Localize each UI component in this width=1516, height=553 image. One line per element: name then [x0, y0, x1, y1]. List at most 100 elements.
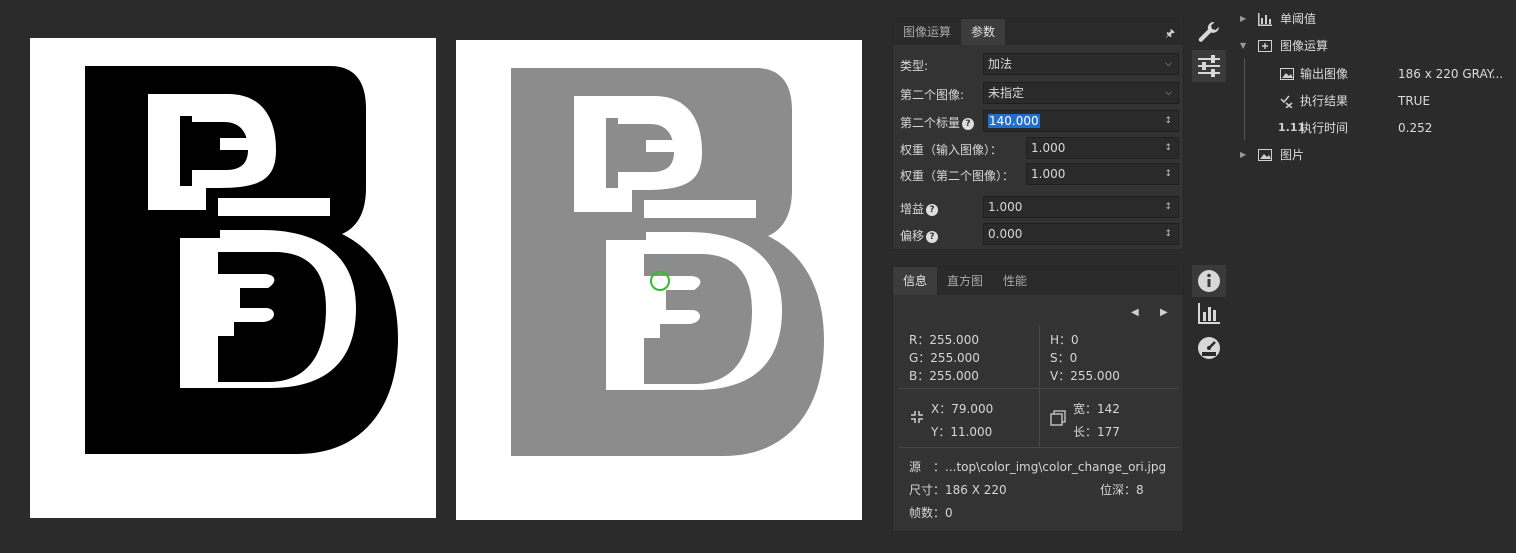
tree-node-value: 186 x 220 GRAY... [1398, 67, 1504, 81]
divider [899, 447, 1179, 448]
divider [1039, 325, 1040, 447]
tab-parameters[interactable]: 参数 [961, 19, 1006, 45]
offset-label: 偏移? [900, 227, 939, 244]
pin-icon[interactable]: 🖈 [1165, 25, 1175, 44]
spinner-icon[interactable]: ↕ [1164, 138, 1172, 158]
parameters-button[interactable] [1192, 50, 1226, 82]
pos-x: X：79.000 [931, 402, 994, 416]
tree-node-label: 输出图像 [1300, 67, 1349, 81]
input-image-view[interactable] [30, 38, 436, 518]
tree-node-value: TRUE [1398, 94, 1431, 108]
help-icon[interactable]: ? [926, 204, 939, 216]
chevron-down-icon: ⌵ [1165, 88, 1172, 98]
bit-depth: 位深：8 [1100, 483, 1144, 497]
gain-row: 增益? 1.000 ↕ [893, 196, 1185, 220]
hsv-s: S：0 [1050, 351, 1078, 365]
size-w: 宽：142 [1073, 402, 1120, 416]
tree-node-label: 图片 [1280, 148, 1305, 162]
tab-performance[interactable]: 性能 [993, 267, 1037, 295]
tree-node-label: 执行时间 [1300, 121, 1349, 135]
spinner-icon[interactable]: ↕ [1164, 197, 1172, 217]
image-icon [1280, 68, 1294, 80]
tree-node-label: 图像运算 [1280, 39, 1329, 53]
tree-node-exec-time[interactable]: 1.11 执行时间 0.252 [1278, 117, 1516, 139]
expand-arrow-icon[interactable]: ▶ [1240, 144, 1246, 166]
tree-guide-line [1244, 58, 1245, 140]
second-image-select[interactable]: 未指定 ⌵ [983, 82, 1179, 104]
collapse-arrow-icon[interactable]: ▼ [1240, 35, 1246, 57]
weight-input-row: 权重（输入图像）： 1.000 ↕ [893, 137, 1185, 161]
process-tree: ▶ 单阈值 ▼ 图像运算 输出图像 186 x 220 GRAY... 执行结果… [1230, 0, 1516, 553]
spinner-icon[interactable]: ↕ [1164, 164, 1172, 184]
histogram-icon [1258, 13, 1272, 26]
help-icon[interactable]: ? [926, 231, 939, 243]
type-value: 加法 [988, 57, 1013, 71]
spinner-icon[interactable]: ↕ [1164, 111, 1172, 131]
image-operation-icon [1258, 40, 1272, 52]
expand-arrow-icon[interactable]: ▶ [1240, 8, 1246, 30]
image-dims: 尺寸：186 X 220 [909, 483, 1007, 497]
frame-count: 帧数：0 [909, 506, 953, 520]
offset-value: 0.000 [988, 227, 1023, 241]
info-panel: 信息 直方图 性能 ◀ ▶ R：255.000 G：255.000 B：255.… [892, 266, 1184, 532]
weight-input-field[interactable]: 1.000 ↕ [1026, 137, 1179, 159]
second-image-row: 第二个图像: 未指定 ⌵ [893, 82, 1185, 106]
info-button[interactable] [1192, 265, 1226, 297]
performance-button[interactable] [1192, 331, 1226, 363]
type-label: 类型: [900, 59, 929, 73]
second-image-value: 未指定 [988, 86, 1025, 100]
wrench-button[interactable] [1192, 16, 1226, 48]
tree-node-exec-result[interactable]: 执行结果 TRUE [1280, 90, 1516, 112]
weight-second-row: 权重（第二个图像）： 1.000 ↕ [893, 163, 1185, 187]
hsv-v: V：255.000 [1050, 369, 1120, 383]
output-image-b-glyph [511, 68, 824, 456]
type-row: 类型: 加法 ⌵ [893, 53, 1185, 77]
tree-node-label: 单阈值 [1280, 12, 1317, 26]
gain-label: 增益? [900, 200, 939, 217]
histogram-icon [1198, 303, 1220, 324]
second-scalar-row: 第二个标量? 140.000 ↕ [893, 110, 1185, 134]
gain-field[interactable]: 1.000 ↕ [983, 196, 1179, 218]
type-select[interactable]: 加法 ⌵ [983, 53, 1179, 75]
second-scalar-label: 第二个标量? [900, 114, 975, 131]
gain-value: 1.000 [988, 200, 1023, 214]
tab-image-operation[interactable]: 图像运算 [893, 19, 961, 45]
divider [899, 388, 1179, 389]
prev-arrow-icon[interactable]: ◀ [1131, 307, 1139, 318]
parameter-panel: 图像运算 参数 🖈 类型: 加法 ⌵ 第二个图像: 未指定 ⌵ 第二个标量? 1… [892, 18, 1184, 250]
weight-input-label: 权重（输入图像）： [900, 143, 1003, 157]
spinner-icon[interactable]: ↕ [1164, 224, 1172, 244]
pos-y: Y：11.000 [931, 425, 993, 439]
weight-second-value: 1.000 [1031, 167, 1066, 181]
help-icon[interactable]: ? [962, 118, 975, 130]
tree-node-value: 0.252 [1398, 121, 1433, 135]
second-image-label: 第二个图像: [900, 88, 965, 102]
hsv-h: H：0 [1050, 333, 1079, 347]
tree-node-output-image[interactable]: 输出图像 186 x 220 GRAY... [1280, 63, 1516, 85]
second-scalar-value: 140.000 [988, 114, 1040, 128]
output-image-view[interactable] [456, 40, 862, 520]
histogram-button[interactable] [1192, 297, 1226, 329]
weight-second-label: 权重（第二个图像）： [900, 169, 1015, 183]
wrench-icon [1198, 21, 1219, 42]
info-tabs: 信息 直方图 性能 [893, 267, 1183, 295]
crosshair-icon [911, 411, 923, 423]
tab-histogram[interactable]: 直方图 [937, 267, 993, 295]
weight-input-value: 1.000 [1031, 141, 1066, 155]
offset-row: 偏移? 0.000 ↕ [893, 223, 1185, 247]
side-toolbar [1188, 0, 1230, 553]
tab-info[interactable]: 信息 [893, 267, 938, 295]
second-scalar-input[interactable]: 140.000 ↕ [983, 110, 1179, 132]
info-icon [1198, 270, 1220, 292]
gauge-icon [1198, 337, 1220, 359]
next-arrow-icon[interactable]: ▶ [1160, 307, 1168, 318]
sliders-icon [1198, 55, 1220, 77]
size-h: 长：177 [1073, 425, 1120, 439]
weight-second-field[interactable]: 1.000 ↕ [1026, 163, 1179, 185]
chevron-down-icon: ⌵ [1165, 59, 1172, 69]
image-canvas[interactable] [0, 0, 888, 553]
offset-field[interactable]: 0.000 ↕ [983, 223, 1179, 245]
result-icon [1280, 95, 1293, 108]
rgb-r: R：255.000 [909, 333, 979, 347]
parameter-tabs: 图像运算 参数 🖈 [893, 19, 1183, 45]
